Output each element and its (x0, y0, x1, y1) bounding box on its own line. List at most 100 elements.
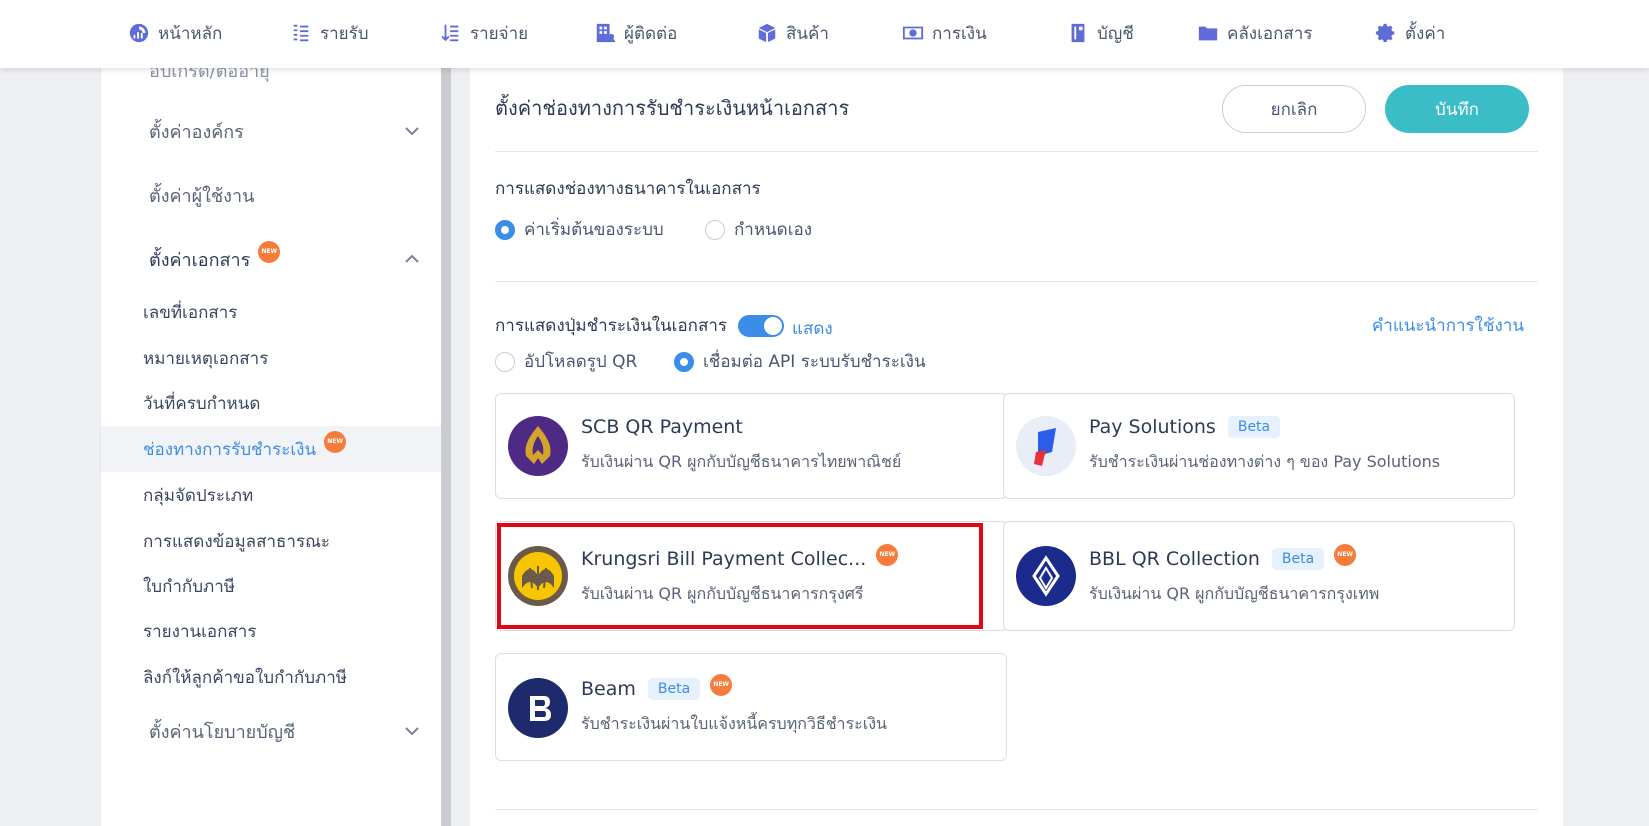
settings-sidebar: อัปเกรด/ต่ออายุ ตั้งค่าองค์กร ตั้งค่าผู้… (100, 68, 441, 826)
new-badge: NEW (1334, 544, 1357, 566)
card-title: SCB QR Payment (581, 416, 743, 438)
payment-card-bbl[interactable]: BBL QR Collection Beta NEW รับเงินผ่าน Q… (1003, 521, 1515, 631)
new-badge: NEW (710, 674, 733, 696)
radio-dot (705, 219, 725, 240)
contacts-icon (596, 23, 616, 43)
nav-expense[interactable]: รายจ่าย (440, 0, 528, 66)
nav-label: ตั้งค่า (1405, 23, 1446, 44)
radio-dot (495, 351, 515, 372)
sidebar-item-doc-report[interactable]: รายงานเอกสาร (101, 609, 441, 653)
card-desc: รับเงินผ่าน QR ผูกกับบัญชีธนาคารกรุงเทพ (1089, 584, 1380, 603)
gear-icon (1375, 23, 1395, 43)
bbl-logo-icon (1016, 546, 1076, 606)
box-icon (758, 23, 776, 43)
sidebar-item-label: ตั้งค่าเอกสาร (149, 249, 251, 271)
new-badge: NEW (258, 241, 281, 263)
payment-card-pay-solutions[interactable]: Pay Solutions Beta รับชำระเงินผ่านช่องทา… (1003, 393, 1515, 499)
sidebar-item-label: ตั้งค่าองค์กร (149, 121, 244, 143)
radio-label: กำหนดเอง (734, 220, 813, 240)
sidebar-item-label: เลขที่เอกสาร (143, 302, 238, 323)
nav-label: รายรับ (320, 23, 369, 44)
sidebar-item-public-info[interactable]: การแสดงข้อมูลสาธารณะ (101, 519, 441, 563)
sidebar-item-tax-request-link[interactable]: ลิงก์ให้ลูกค้าขอใบกำกับภาษี (101, 655, 441, 699)
sidebar-item-label: ตั้งค่านโยบายบัญชี (149, 721, 296, 743)
radio-bank-default[interactable]: ค่าเริ่มต้นของระบบ (495, 216, 664, 243)
sidebar-item-label: กลุ่มจัดประเภท (143, 485, 254, 506)
nav-home[interactable]: หน้าหลัก (128, 0, 222, 66)
main-panel: ตั้งค่าช่องทางการรับชำระเงินหน้าเอกสาร ย… (470, 68, 1564, 826)
sidebar-item-label: วันที่ครบกำหนด (143, 393, 261, 414)
nav-label: ผู้ติดต่อ (624, 23, 678, 44)
nav-label: บัญชี (1097, 23, 1134, 44)
payment-card-beam[interactable]: Beam Beta NEW รับชำระเงินผ่านใบแจ้งหนี้ค… (495, 653, 1007, 761)
beta-badge: Beta (647, 678, 701, 700)
top-navbar: หน้าหลัก รายรับ รายจ่าย ผู้ติดต่อ สินค้า… (0, 0, 1649, 68)
radio-upload-qr[interactable]: อัปโหลดรูป QR (495, 348, 637, 375)
card-title: Beam Beta NEW (581, 674, 733, 700)
chevron-down-icon (404, 723, 420, 739)
sidebar-item-label: หมายเหตุเอกสาร (143, 348, 269, 369)
pay-solutions-logo-icon (1016, 416, 1076, 476)
radio-dot-selected (674, 351, 694, 372)
sidebar-item-doc-number[interactable]: เลขที่เอกสาร (101, 290, 441, 334)
beta-badge: Beta (1271, 548, 1325, 570)
sidebar-item-payment-channel[interactable]: ช่องทางการรับชำระเงิน NEW (101, 426, 441, 472)
sidebar-item-label: อัปเกรด/ต่ออายุ (149, 68, 270, 82)
sidebar-item-label: ใบกำกับภาษี (143, 576, 235, 597)
toggle-knob (764, 317, 782, 335)
nav-products[interactable]: สินค้า (756, 0, 829, 66)
money-icon (902, 26, 924, 40)
card-title-text: SCB QR Payment (581, 416, 743, 438)
save-button[interactable]: บันทึก (1385, 85, 1529, 133)
red-highlight-box (497, 523, 983, 629)
nav-label: การเงิน (932, 23, 987, 44)
sidebar-item-tax-invoice[interactable]: ใบกำกับภาษี (101, 564, 441, 608)
sidebar-group-org[interactable]: ตั้งค่าองค์กร (101, 108, 441, 154)
radio-connect-api[interactable]: เชื่อมต่อ API ระบบรับชำระเงิน (674, 348, 926, 375)
sidebar-group-user[interactable]: ตั้งค่าผู้ใช้งาน (101, 172, 441, 218)
nav-contacts[interactable]: ผู้ติดต่อ (594, 0, 677, 66)
nav-finance[interactable]: การเงิน (902, 0, 987, 66)
sidebar-item-label: ตั้งค่าผู้ใช้งาน (149, 185, 255, 207)
payment-card-scb[interactable]: SCB QR Payment รับเงินผ่าน QR ผูกกับบัญช… (495, 393, 1007, 499)
card-title-text: BBL QR Collection (1089, 548, 1260, 570)
show-pay-button-toggle[interactable] (738, 315, 784, 337)
page-title: ตั้งค่าช่องทางการรับชำระเงินหน้าเอกสาร (495, 96, 850, 120)
card-desc: รับชำระเงินผ่านใบแจ้งหนี้ครบทุกวิธีชำระเ… (581, 714, 887, 733)
toggle-label: แสดง (792, 319, 833, 339)
beta-badge: Beta (1227, 416, 1281, 438)
nav-label: สินค้า (786, 23, 829, 44)
card-desc: รับเงินผ่าน QR ผูกกับบัญชีธนาคารไทยพาณิช… (581, 452, 902, 471)
sidebar-group-policy[interactable]: ตั้งค่านโยบายบัญชี (101, 708, 441, 754)
divider (495, 151, 1538, 152)
bank-section-label: การแสดงช่องทางธนาคารในเอกสาร (495, 179, 761, 199)
nav-label: รายจ่าย (470, 23, 529, 44)
card-title-text: Beam (581, 678, 636, 700)
nav-income[interactable]: รายรับ (290, 0, 369, 66)
sidebar-scrollbar[interactable] (441, 68, 451, 826)
nav-documents[interactable]: คลังเอกสาร (1197, 0, 1312, 66)
folder-icon (1198, 26, 1218, 41)
nav-label: คลังเอกสาร (1227, 23, 1313, 44)
usage-guide-link[interactable]: คำแนะนำการใช้งาน (1372, 312, 1524, 339)
card-title: Pay Solutions Beta (1089, 416, 1281, 438)
radio-label: เชื่อมต่อ API ระบบรับชำระเงิน (703, 352, 926, 372)
beam-logo-icon (508, 678, 568, 738)
nav-accounting[interactable]: บัญชี (1067, 0, 1134, 66)
radio-label: ค่าเริ่มต้นของระบบ (524, 220, 664, 240)
sidebar-item-doc-notes[interactable]: หมายเหตุเอกสาร (101, 336, 441, 380)
sidebar-group-doc[interactable]: ตั้งค่าเอกสาร NEW (101, 236, 441, 282)
radio-dot-selected (495, 219, 515, 240)
cancel-button[interactable]: ยกเลิก (1222, 85, 1366, 133)
sidebar-item-due-date[interactable]: วันที่ครบกำหนด (101, 381, 441, 425)
new-badge: NEW (324, 431, 347, 453)
divider (495, 809, 1538, 810)
radio-bank-custom[interactable]: กำหนดเอง (705, 216, 812, 243)
pay-section-label: การแสดงปุ่มชำระเงินในเอกสาร (495, 316, 728, 336)
nav-settings[interactable]: ตั้งค่า (1375, 0, 1445, 66)
card-title: BBL QR Collection Beta NEW (1089, 544, 1357, 570)
sidebar-item-category-group[interactable]: กลุ่มจัดประเภท (101, 473, 441, 517)
dashboard-icon (129, 23, 149, 43)
sidebar-item-upgrade[interactable]: อัปเกรด/ต่ออายุ (101, 68, 441, 88)
card-desc: รับชำระเงินผ่านช่องทางต่าง ๆ ของ Pay Sol… (1089, 452, 1441, 471)
